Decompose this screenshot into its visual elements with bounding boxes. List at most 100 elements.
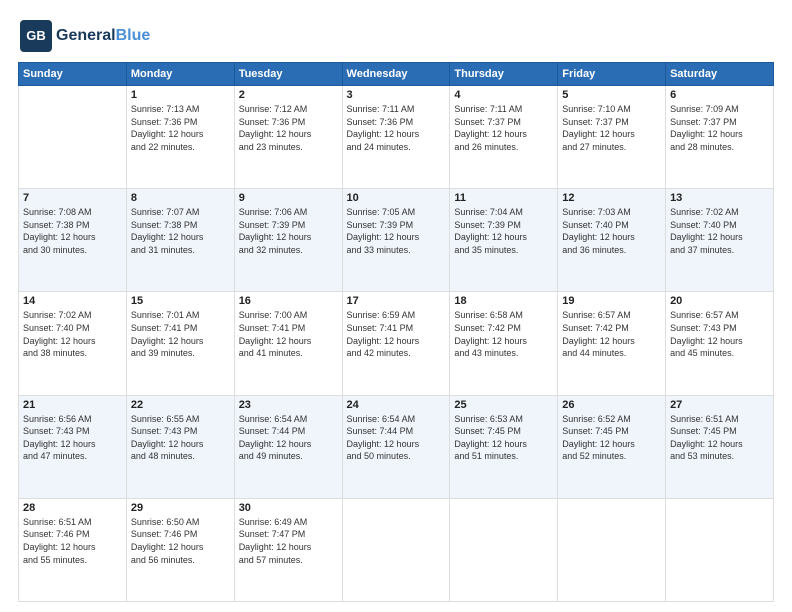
day-info: Sunrise: 6:49 AMSunset: 7:47 PMDaylight:… xyxy=(239,516,338,566)
day-number: 28 xyxy=(23,502,122,514)
day-cell-3: 3 Sunrise: 7:11 AMSunset: 7:36 PMDayligh… xyxy=(342,86,450,189)
day-number: 19 xyxy=(562,295,661,307)
day-info: Sunrise: 6:52 AMSunset: 7:45 PMDaylight:… xyxy=(562,413,661,463)
day-number: 12 xyxy=(562,192,661,204)
svg-text:GB: GB xyxy=(26,28,46,43)
weekday-header-sunday: Sunday xyxy=(19,63,127,86)
day-info: Sunrise: 6:51 AMSunset: 7:46 PMDaylight:… xyxy=(23,516,122,566)
day-info: Sunrise: 7:13 AMSunset: 7:36 PMDaylight:… xyxy=(131,103,230,153)
day-cell-28: 28 Sunrise: 6:51 AMSunset: 7:46 PMDaylig… xyxy=(19,498,127,601)
day-number: 18 xyxy=(454,295,553,307)
day-cell-27: 27 Sunrise: 6:51 AMSunset: 7:45 PMDaylig… xyxy=(666,395,774,498)
day-number: 30 xyxy=(239,502,338,514)
day-info: Sunrise: 7:04 AMSunset: 7:39 PMDaylight:… xyxy=(454,206,553,256)
day-cell-26: 26 Sunrise: 6:52 AMSunset: 7:45 PMDaylig… xyxy=(558,395,666,498)
day-number: 20 xyxy=(670,295,769,307)
weekday-header-monday: Monday xyxy=(126,63,234,86)
day-number: 9 xyxy=(239,192,338,204)
day-info: Sunrise: 6:53 AMSunset: 7:45 PMDaylight:… xyxy=(454,413,553,463)
empty-cell xyxy=(342,498,450,601)
day-cell-9: 9 Sunrise: 7:06 AMSunset: 7:39 PMDayligh… xyxy=(234,189,342,292)
day-number: 5 xyxy=(562,89,661,101)
day-number: 4 xyxy=(454,89,553,101)
week-row-2: 7 Sunrise: 7:08 AMSunset: 7:38 PMDayligh… xyxy=(19,189,774,292)
day-info: Sunrise: 6:51 AMSunset: 7:45 PMDaylight:… xyxy=(670,413,769,463)
day-cell-2: 2 Sunrise: 7:12 AMSunset: 7:36 PMDayligh… xyxy=(234,86,342,189)
day-cell-30: 30 Sunrise: 6:49 AMSunset: 7:47 PMDaylig… xyxy=(234,498,342,601)
day-cell-12: 12 Sunrise: 7:03 AMSunset: 7:40 PMDaylig… xyxy=(558,189,666,292)
day-info: Sunrise: 7:02 AMSunset: 7:40 PMDaylight:… xyxy=(670,206,769,256)
day-cell-15: 15 Sunrise: 7:01 AMSunset: 7:41 PMDaylig… xyxy=(126,292,234,395)
week-row-1: 1 Sunrise: 7:13 AMSunset: 7:36 PMDayligh… xyxy=(19,86,774,189)
day-number: 6 xyxy=(670,89,769,101)
page: GB GeneralBlue SundayMondayTuesdayWednes… xyxy=(0,0,792,612)
day-number: 21 xyxy=(23,399,122,411)
empty-cell xyxy=(450,498,558,601)
day-cell-8: 8 Sunrise: 7:07 AMSunset: 7:38 PMDayligh… xyxy=(126,189,234,292)
day-info: Sunrise: 6:50 AMSunset: 7:46 PMDaylight:… xyxy=(131,516,230,566)
weekday-header-thursday: Thursday xyxy=(450,63,558,86)
day-info: Sunrise: 6:54 AMSunset: 7:44 PMDaylight:… xyxy=(347,413,446,463)
day-info: Sunrise: 6:57 AMSunset: 7:42 PMDaylight:… xyxy=(562,309,661,359)
day-cell-7: 7 Sunrise: 7:08 AMSunset: 7:38 PMDayligh… xyxy=(19,189,127,292)
day-cell-24: 24 Sunrise: 6:54 AMSunset: 7:44 PMDaylig… xyxy=(342,395,450,498)
day-info: Sunrise: 7:06 AMSunset: 7:39 PMDaylight:… xyxy=(239,206,338,256)
empty-cell xyxy=(666,498,774,601)
day-info: Sunrise: 7:12 AMSunset: 7:36 PMDaylight:… xyxy=(239,103,338,153)
day-number: 29 xyxy=(131,502,230,514)
weekday-header-row: SundayMondayTuesdayWednesdayThursdayFrid… xyxy=(19,63,774,86)
day-info: Sunrise: 7:02 AMSunset: 7:40 PMDaylight:… xyxy=(23,309,122,359)
day-number: 11 xyxy=(454,192,553,204)
empty-cell xyxy=(19,86,127,189)
week-row-5: 28 Sunrise: 6:51 AMSunset: 7:46 PMDaylig… xyxy=(19,498,774,601)
day-number: 14 xyxy=(23,295,122,307)
day-number: 23 xyxy=(239,399,338,411)
day-info: Sunrise: 7:01 AMSunset: 7:41 PMDaylight:… xyxy=(131,309,230,359)
day-cell-29: 29 Sunrise: 6:50 AMSunset: 7:46 PMDaylig… xyxy=(126,498,234,601)
day-info: Sunrise: 7:07 AMSunset: 7:38 PMDaylight:… xyxy=(131,206,230,256)
day-cell-1: 1 Sunrise: 7:13 AMSunset: 7:36 PMDayligh… xyxy=(126,86,234,189)
weekday-header-wednesday: Wednesday xyxy=(342,63,450,86)
day-cell-13: 13 Sunrise: 7:02 AMSunset: 7:40 PMDaylig… xyxy=(666,189,774,292)
day-number: 26 xyxy=(562,399,661,411)
day-number: 10 xyxy=(347,192,446,204)
day-cell-14: 14 Sunrise: 7:02 AMSunset: 7:40 PMDaylig… xyxy=(19,292,127,395)
day-number: 15 xyxy=(131,295,230,307)
day-info: Sunrise: 7:03 AMSunset: 7:40 PMDaylight:… xyxy=(562,206,661,256)
week-row-4: 21 Sunrise: 6:56 AMSunset: 7:43 PMDaylig… xyxy=(19,395,774,498)
day-info: Sunrise: 7:08 AMSunset: 7:38 PMDaylight:… xyxy=(23,206,122,256)
day-number: 13 xyxy=(670,192,769,204)
day-cell-4: 4 Sunrise: 7:11 AMSunset: 7:37 PMDayligh… xyxy=(450,86,558,189)
day-number: 16 xyxy=(239,295,338,307)
day-cell-19: 19 Sunrise: 6:57 AMSunset: 7:42 PMDaylig… xyxy=(558,292,666,395)
weekday-header-friday: Friday xyxy=(558,63,666,86)
day-number: 7 xyxy=(23,192,122,204)
day-number: 2 xyxy=(239,89,338,101)
day-cell-11: 11 Sunrise: 7:04 AMSunset: 7:39 PMDaylig… xyxy=(450,189,558,292)
header: GB GeneralBlue xyxy=(18,18,774,54)
day-info: Sunrise: 6:56 AMSunset: 7:43 PMDaylight:… xyxy=(23,413,122,463)
day-info: Sunrise: 7:09 AMSunset: 7:37 PMDaylight:… xyxy=(670,103,769,153)
day-cell-10: 10 Sunrise: 7:05 AMSunset: 7:39 PMDaylig… xyxy=(342,189,450,292)
day-cell-16: 16 Sunrise: 7:00 AMSunset: 7:41 PMDaylig… xyxy=(234,292,342,395)
day-cell-22: 22 Sunrise: 6:55 AMSunset: 7:43 PMDaylig… xyxy=(126,395,234,498)
day-info: Sunrise: 7:10 AMSunset: 7:37 PMDaylight:… xyxy=(562,103,661,153)
day-cell-21: 21 Sunrise: 6:56 AMSunset: 7:43 PMDaylig… xyxy=(19,395,127,498)
day-number: 25 xyxy=(454,399,553,411)
day-info: Sunrise: 7:11 AMSunset: 7:37 PMDaylight:… xyxy=(454,103,553,153)
day-cell-25: 25 Sunrise: 6:53 AMSunset: 7:45 PMDaylig… xyxy=(450,395,558,498)
day-info: Sunrise: 7:05 AMSunset: 7:39 PMDaylight:… xyxy=(347,206,446,256)
day-number: 17 xyxy=(347,295,446,307)
day-info: Sunrise: 6:58 AMSunset: 7:42 PMDaylight:… xyxy=(454,309,553,359)
day-info: Sunrise: 6:57 AMSunset: 7:43 PMDaylight:… xyxy=(670,309,769,359)
day-number: 22 xyxy=(131,399,230,411)
day-number: 27 xyxy=(670,399,769,411)
day-cell-23: 23 Sunrise: 6:54 AMSunset: 7:44 PMDaylig… xyxy=(234,395,342,498)
day-info: Sunrise: 7:00 AMSunset: 7:41 PMDaylight:… xyxy=(239,309,338,359)
day-cell-6: 6 Sunrise: 7:09 AMSunset: 7:37 PMDayligh… xyxy=(666,86,774,189)
day-info: Sunrise: 6:59 AMSunset: 7:41 PMDaylight:… xyxy=(347,309,446,359)
calendar-table: SundayMondayTuesdayWednesdayThursdayFrid… xyxy=(18,62,774,602)
day-info: Sunrise: 7:11 AMSunset: 7:36 PMDaylight:… xyxy=(347,103,446,153)
day-cell-5: 5 Sunrise: 7:10 AMSunset: 7:37 PMDayligh… xyxy=(558,86,666,189)
weekday-header-tuesday: Tuesday xyxy=(234,63,342,86)
